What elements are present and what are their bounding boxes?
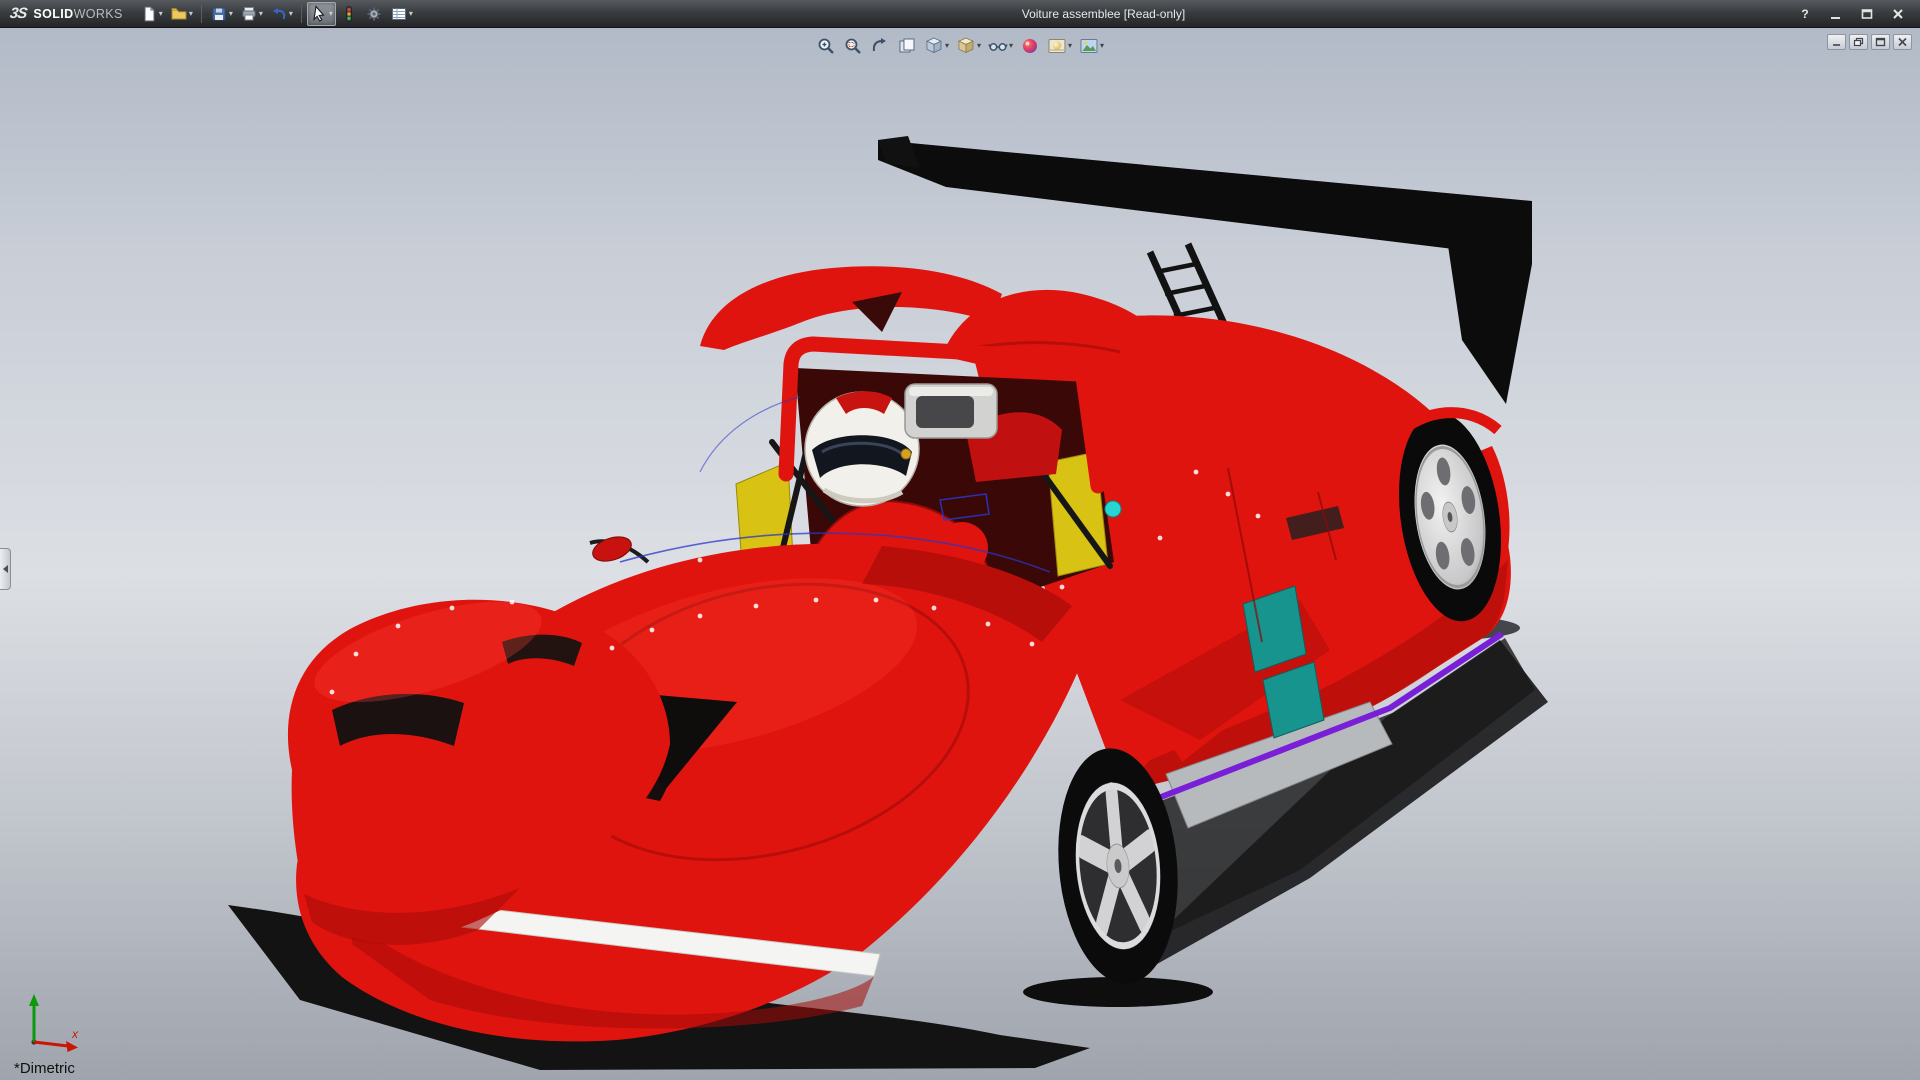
maximize-button[interactable] <box>1853 4 1881 23</box>
new-document-icon <box>140 5 158 23</box>
print-button[interactable]: ▾ <box>237 2 266 26</box>
view-orientation-caret[interactable]: ▾ <box>945 42 949 50</box>
doc-maximize-button[interactable] <box>1871 34 1890 50</box>
section-view-icon <box>897 36 917 56</box>
help-button[interactable]: ? <box>1791 4 1819 23</box>
apply-scene-icon <box>1047 36 1067 56</box>
triad-y-axis <box>29 994 39 1006</box>
wordmark-light: WORKS <box>74 7 123 21</box>
close-icon <box>1890 7 1906 21</box>
maximize-icon <box>1859 7 1875 21</box>
new-dropdown-caret[interactable]: ▾ <box>159 10 163 18</box>
apply-scene-button[interactable]: ▾ <box>1045 33 1074 58</box>
open-folder-icon <box>170 5 188 23</box>
flyout-arrow-icon <box>3 565 8 573</box>
windscreen-box <box>905 384 997 438</box>
undo-icon <box>270 5 288 23</box>
display-style-button[interactable]: ▾ <box>954 33 983 58</box>
zoom-to-area-icon <box>843 36 863 56</box>
view-orientation-cube-icon <box>924 36 944 56</box>
solidworks-wordmark: SOLIDWORKS <box>33 7 122 21</box>
triad-x-axis <box>66 1041 78 1052</box>
solidworks-logo: 3S SOLIDWORKS <box>8 5 133 22</box>
wordmark-bold: SOLID <box>33 7 73 21</box>
view-settings-icon <box>1079 36 1099 56</box>
view-orientation-button[interactable]: ▾ <box>922 33 951 58</box>
section-view-button[interactable] <box>895 33 919 58</box>
minimize-icon <box>1828 7 1844 21</box>
doc-restore-icon <box>1853 37 1864 47</box>
zoom-to-fit-icon <box>816 36 836 56</box>
zoom-to-fit-button[interactable] <box>814 33 838 58</box>
select-dropdown-caret[interactable]: ▾ <box>329 10 333 18</box>
window-title: Voiture assemblee [Read-only] <box>420 7 1787 21</box>
previous-view-button[interactable] <box>868 33 892 58</box>
open-button[interactable]: ▾ <box>167 2 196 26</box>
featuremanager-flyout-tab[interactable] <box>0 548 11 590</box>
view-settings-button[interactable]: ▾ <box>1077 33 1106 58</box>
main-toolbar: ▾ ▾ ▾ ▾ ▾ ▾ ▾ <box>137 2 416 26</box>
new-document-button[interactable]: ▾ <box>137 2 166 26</box>
save-dropdown-caret[interactable]: ▾ <box>229 10 233 18</box>
print-dropdown-caret[interactable]: ▾ <box>259 10 263 18</box>
open-dropdown-caret[interactable]: ▾ <box>189 10 193 18</box>
undo-dropdown-caret[interactable]: ▾ <box>289 10 293 18</box>
sheet-properties-button[interactable]: ▾ <box>387 2 416 26</box>
view-settings-caret[interactable]: ▾ <box>1100 42 1104 50</box>
doc-minimize-icon <box>1831 37 1842 47</box>
hide-show-glasses-icon <box>988 36 1008 56</box>
title-bar: 3S SOLIDWORKS ▾ ▾ ▾ ▾ ▾ ▾ <box>0 0 1920 28</box>
options-gear-icon <box>365 5 383 23</box>
doc-minimize-button[interactable] <box>1827 34 1846 50</box>
doc-close-icon <box>1897 37 1908 47</box>
rebuild-button[interactable] <box>337 2 361 26</box>
save-button[interactable]: ▾ <box>207 2 236 26</box>
toolbar-separator <box>201 5 202 23</box>
select-cursor-icon <box>310 5 328 23</box>
hide-show-caret[interactable]: ▾ <box>1009 42 1013 50</box>
sheet-dropdown-caret[interactable]: ▾ <box>409 10 413 18</box>
display-style-caret[interactable]: ▾ <box>977 42 981 50</box>
hide-show-items-button[interactable]: ▾ <box>986 33 1015 58</box>
edit-appearance-button[interactable] <box>1018 33 1042 58</box>
window-controls: ? <box>1791 4 1912 23</box>
reference-triad: x <box>16 986 90 1056</box>
doc-restore-button[interactable] <box>1849 34 1868 50</box>
doc-close-button[interactable] <box>1893 34 1912 50</box>
model-canvas[interactable] <box>0 28 1920 1080</box>
cyan-knob <box>1105 501 1121 517</box>
appearance-ball-icon <box>1020 36 1040 56</box>
graphics-viewport[interactable]: ▾ ▾ ▾ ▾ ▾ <box>0 28 1920 1080</box>
view-orientation-label: *Dimetric <box>14 1060 75 1077</box>
heads-up-view-toolbar: ▾ ▾ ▾ ▾ ▾ <box>814 33 1106 58</box>
display-style-cube-icon <box>956 36 976 56</box>
triad-x-label: x <box>71 1027 79 1041</box>
driver-helmet[interactable] <box>805 391 919 506</box>
sheet-grid-icon <box>390 5 408 23</box>
options-button[interactable] <box>362 2 386 26</box>
close-button[interactable] <box>1884 4 1912 23</box>
document-window-controls <box>1827 34 1912 50</box>
help-icon: ? <box>1801 7 1808 21</box>
minimize-button[interactable] <box>1822 4 1850 23</box>
undo-button[interactable]: ▾ <box>267 2 296 26</box>
select-button[interactable]: ▾ <box>307 2 336 26</box>
toolbar-separator <box>301 5 302 23</box>
dassault-logo-mark: 3S <box>9 5 28 22</box>
zoom-to-area-button[interactable] <box>841 33 865 58</box>
apply-scene-caret[interactable]: ▾ <box>1068 42 1072 50</box>
rebuild-stoplight-icon <box>340 5 358 23</box>
doc-maximize-icon <box>1875 37 1886 47</box>
print-icon <box>240 5 258 23</box>
previous-view-icon <box>870 36 890 56</box>
save-icon <box>210 5 228 23</box>
